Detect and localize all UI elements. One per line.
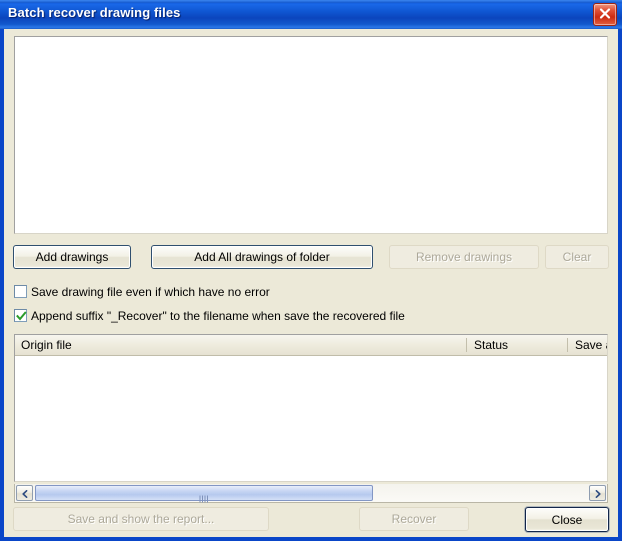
append-suffix-checkbox[interactable] (14, 309, 27, 322)
clear-button[interactable]: Clear (545, 245, 609, 269)
scroll-right-button[interactable] (589, 485, 606, 501)
drawing-files-list[interactable] (14, 36, 608, 234)
close-button[interactable] (593, 3, 617, 26)
column-header-status[interactable]: Status (474, 335, 566, 355)
grip-icon (199, 490, 209, 503)
remove-drawings-button[interactable]: Remove drawings (389, 245, 539, 269)
chevron-left-icon (17, 490, 32, 498)
column-divider[interactable] (466, 338, 467, 352)
append-suffix-label: Append suffix "_Recover" to the filename… (31, 308, 405, 323)
recover-button[interactable]: Recover (359, 507, 469, 531)
scroll-left-button[interactable] (16, 485, 33, 501)
save-no-error-checkbox[interactable] (14, 285, 27, 298)
dialog-client-area: Add drawings Add All drawings of folder … (4, 29, 618, 537)
chevron-right-icon (590, 490, 605, 498)
save-no-error-label: Save drawing file even if which have no … (31, 284, 270, 299)
batch-recover-dialog: Batch recover drawing files Add drawings… (0, 0, 622, 541)
add-all-drawings-of-folder-button[interactable]: Add All drawings of folder (151, 245, 373, 269)
column-header-origin-file[interactable]: Origin file (21, 335, 461, 355)
column-header-save-as[interactable]: Save as (575, 335, 607, 355)
titlebar-highlight (0, 0, 622, 3)
add-drawings-button[interactable]: Add drawings (13, 245, 131, 269)
column-divider[interactable] (567, 338, 568, 352)
scrollbar-thumb[interactable] (35, 485, 373, 503)
window-title: Batch recover drawing files (8, 5, 181, 20)
results-rows-area (15, 356, 607, 481)
close-icon (594, 7, 616, 20)
results-header-row: Origin file Status Save as (15, 335, 607, 356)
append-suffix-checkbox-row[interactable]: Append suffix "_Recover" to the filename… (14, 307, 405, 324)
close-dialog-button[interactable]: Close (525, 507, 609, 532)
save-and-show-report-button[interactable]: Save and show the report... (13, 507, 269, 531)
titlebar[interactable]: Batch recover drawing files (0, 0, 622, 29)
results-list[interactable]: Origin file Status Save as (14, 334, 608, 482)
results-horizontal-scrollbar[interactable] (14, 484, 608, 503)
save-no-error-checkbox-row[interactable]: Save drawing file even if which have no … (14, 283, 270, 300)
